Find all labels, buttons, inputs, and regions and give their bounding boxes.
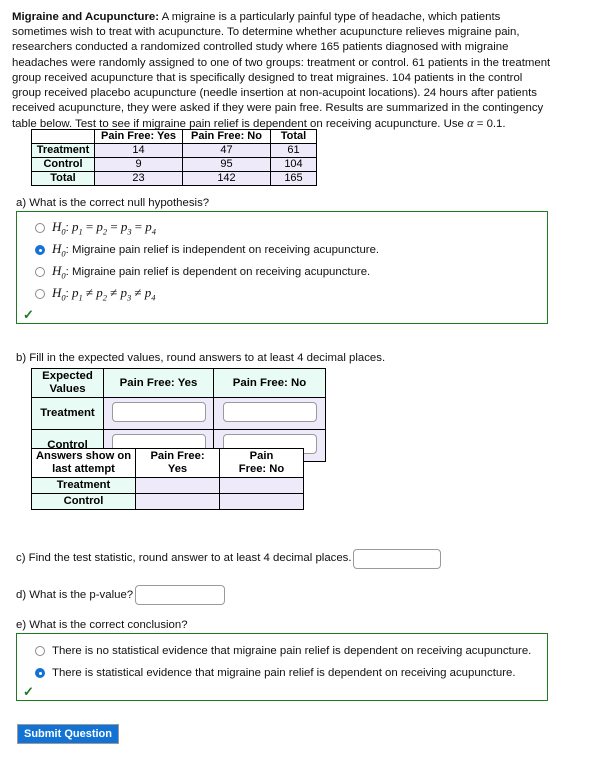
expected-cell-treatment-no: [213, 397, 326, 430]
last-attempt-table: Answers show on last attempt Pain Free: …: [31, 448, 304, 510]
contingency-cell-total-total: 165: [270, 171, 317, 186]
problem-title: Migraine and Acupuncture:: [12, 11, 160, 23]
test-statistic-input[interactable]: [353, 549, 441, 569]
contingency-row-label-total: Total: [31, 171, 95, 186]
p-value-input[interactable]: [135, 585, 225, 605]
option-a-1-label: H0: p1 = p2 = p3 = p4: [52, 219, 157, 237]
last-attempt-row-label-treatment: Treatment: [31, 477, 136, 494]
table-row: Treatment 14 47 61: [31, 143, 317, 158]
contingency-cell-total-yes: 23: [94, 171, 183, 186]
option-a-3-label: H0: Migraine pain relief is dependent on…: [52, 263, 371, 281]
question-e-answer-box: There is no statistical evidence that mi…: [16, 633, 548, 701]
contingency-corner-cell: [31, 129, 95, 144]
correct-check-icon: ✓: [23, 684, 34, 699]
contingency-row-label-treatment: Treatment: [31, 143, 95, 158]
question-c-prompt: c) Find the test statistic, round answer…: [16, 552, 352, 564]
last-attempt-col-header-no: Pain Free: No: [219, 448, 304, 478]
option-a-4-label: H0: p1 ≠ p2 ≠ p3 ≠ p4: [52, 285, 156, 303]
option-a-1[interactable]: H0: p1 = p2 = p3 = p4: [17, 217, 547, 239]
expected-row-label-treatment: Treatment: [31, 397, 104, 430]
problem-statement: Migraine and Acupuncture: A migraine is …: [12, 10, 552, 133]
submit-question-button[interactable]: Submit Question: [17, 724, 119, 744]
expected-corner-line2: Values: [49, 383, 86, 395]
radio-e-2[interactable]: [35, 668, 45, 678]
expected-cell-treatment-yes: [103, 397, 214, 430]
question-a-answer-box: H0: p1 = p2 = p3 = p4 H0: Migraine pain …: [16, 211, 548, 324]
table-row: Treatment: [31, 397, 326, 430]
option-e-2[interactable]: There is statistical evidence that migra…: [17, 662, 547, 684]
option-e-2-label: There is statistical evidence that migra…: [52, 667, 516, 679]
last-attempt-cell-treatment-yes: [135, 477, 220, 494]
correct-check-icon: ✓: [23, 307, 34, 322]
expected-corner-cell: Expected Values: [31, 368, 104, 398]
option-e-1-label: There is no statistical evidence that mi…: [52, 645, 532, 657]
contingency-cell-control-no: 95: [182, 157, 271, 172]
option-a-4[interactable]: H0: p1 ≠ p2 ≠ p3 ≠ p4: [17, 283, 547, 305]
expected-col-header-yes: Pain Free: Yes: [103, 368, 214, 398]
option-e-1[interactable]: There is no statistical evidence that mi…: [17, 640, 547, 662]
option-a-2[interactable]: H0: Migraine pain relief is independent …: [17, 239, 547, 261]
last-attempt-corner-cell: Answers show on last attempt: [31, 448, 136, 478]
radio-a-2[interactable]: [35, 245, 45, 255]
last-attempt-col2-line2: Free: No: [238, 463, 285, 475]
last-attempt-corner-line1: Answers show on: [35, 450, 132, 462]
table-header-row: Answers show on last attempt Pain Free: …: [31, 448, 304, 478]
option-a-3[interactable]: H0: Migraine pain relief is dependent on…: [17, 261, 547, 283]
last-attempt-cell-treatment-no: [219, 477, 304, 494]
question-d-prompt: d) What is the p-value?: [16, 589, 134, 601]
table-row: Control 9 95 104: [31, 157, 317, 172]
radio-a-3[interactable]: [35, 267, 45, 277]
contingency-cell-control-yes: 9: [94, 157, 183, 172]
contingency-col-header-total: Total: [270, 129, 317, 144]
last-attempt-col1-line1: Pain Free:: [150, 450, 205, 462]
question-b-prompt: b) Fill in the expected values, round an…: [16, 352, 386, 364]
table-row: Total 23 142 165: [31, 171, 317, 186]
last-attempt-row-label-control: Control: [31, 493, 136, 510]
contingency-col-header-no: Pain Free: No: [182, 129, 271, 144]
contingency-cell-treatment-total: 61: [270, 143, 317, 158]
radio-a-4[interactable]: [35, 289, 45, 299]
table-header-row: Pain Free: Yes Pain Free: No Total: [31, 129, 317, 144]
option-a-2-label: H0: Migraine pain relief is independent …: [52, 241, 380, 259]
contingency-row-label-control: Control: [31, 157, 95, 172]
contingency-table: Pain Free: Yes Pain Free: No Total Treat…: [31, 129, 317, 186]
last-attempt-col2-line1: Pain: [249, 450, 274, 462]
last-attempt-col1-line2: Yes: [167, 463, 188, 475]
table-header-row: Expected Values Pain Free: Yes Pain Free…: [31, 368, 326, 398]
question-e-prompt: e) What is the correct conclusion?: [16, 619, 188, 631]
last-attempt-cell-control-yes: [135, 493, 220, 510]
contingency-col-header-yes: Pain Free: Yes: [94, 129, 183, 144]
contingency-cell-control-total: 104: [270, 157, 317, 172]
last-attempt-cell-control-no: [219, 493, 304, 510]
alpha-value: 0.1.: [486, 118, 506, 131]
alpha-equals: =: [473, 118, 487, 131]
expected-col-header-no: Pain Free: No: [213, 368, 326, 398]
last-attempt-corner-line2: last attempt: [52, 463, 115, 475]
table-row: Control: [31, 493, 304, 510]
expected-input-treatment-yes[interactable]: [111, 401, 206, 422]
problem-body: A migraine is a particularly painful typ…: [12, 11, 551, 131]
expected-input-treatment-no[interactable]: [222, 401, 317, 422]
last-attempt-col-header-yes: Pain Free: Yes: [135, 448, 220, 478]
expected-corner-line1: Expected: [42, 370, 93, 382]
table-row: Treatment: [31, 477, 304, 494]
contingency-cell-treatment-no: 47: [182, 143, 271, 158]
question-a-prompt: a) What is the correct null hypothesis?: [16, 197, 210, 209]
contingency-cell-treatment-yes: 14: [94, 143, 183, 158]
radio-a-1[interactable]: [35, 223, 45, 233]
contingency-cell-total-no: 142: [182, 171, 271, 186]
radio-e-1[interactable]: [35, 646, 45, 656]
